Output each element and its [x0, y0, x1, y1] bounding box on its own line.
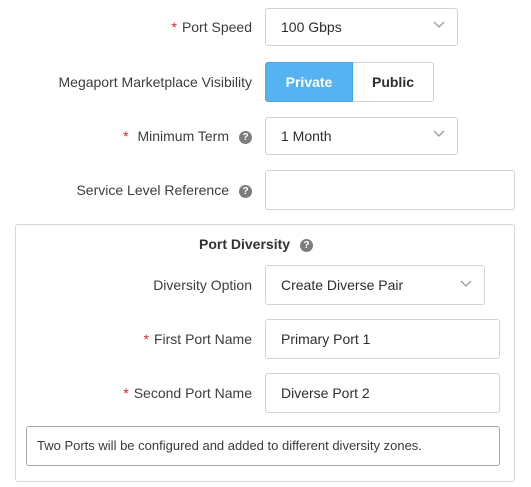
port-speed-label-text: Port Speed [181, 19, 252, 35]
diversity-option-label: Diversity Option [153, 277, 252, 293]
second-port-name-label-text: Second Port Name [133, 385, 252, 401]
question-circle-icon[interactable]: ? [239, 185, 252, 198]
port-diversity-title: Port Diversity? [199, 236, 314, 252]
port-speed-value: 100 Gbps [281, 19, 342, 35]
service-level-reference-label-text: Service Level Reference [76, 182, 229, 198]
first-port-name-input[interactable]: Primary Port 1 [265, 319, 500, 359]
minimum-term-label-text: Minimum Term [137, 128, 229, 144]
visibility-public-button[interactable]: Public [353, 62, 434, 102]
diversity-note: Two Ports will be configured and added t… [26, 426, 500, 466]
chevron-down-icon [433, 130, 445, 137]
required-asterisk: * [123, 385, 129, 401]
chevron-down-icon [460, 280, 472, 287]
question-circle-icon[interactable]: ? [300, 239, 314, 252]
required-asterisk: * [171, 19, 177, 35]
first-port-name-label: * First Port Name [144, 331, 252, 347]
visibility-private-button[interactable]: Private [265, 62, 353, 102]
service-level-reference-input[interactable] [265, 170, 515, 210]
question-circle-icon[interactable]: ? [239, 131, 252, 144]
port-speed-label: * Port Speed [171, 19, 252, 35]
minimum-term-value: 1 Month [281, 128, 332, 144]
required-asterisk: * [143, 331, 149, 347]
minimum-term-select[interactable]: 1 Month [265, 117, 458, 155]
service-level-reference-label: Service Level Reference? [76, 182, 252, 198]
second-port-name-input[interactable]: Diverse Port 2 [265, 373, 500, 413]
diversity-option-select[interactable]: Create Diverse Pair [265, 265, 485, 305]
required-asterisk: * [123, 128, 129, 144]
minimum-term-label: * Minimum Term? [123, 128, 252, 144]
diversity-option-value: Create Diverse Pair [281, 277, 404, 293]
port-diversity-title-text: Port Diversity [199, 236, 291, 252]
port-speed-select[interactable]: 100 Gbps [265, 8, 458, 46]
first-port-name-label-text: First Port Name [153, 331, 252, 347]
chevron-down-icon [433, 21, 445, 28]
visibility-label: Megaport Marketplace Visibility [58, 74, 253, 90]
second-port-name-label: * Second Port Name [123, 385, 252, 401]
